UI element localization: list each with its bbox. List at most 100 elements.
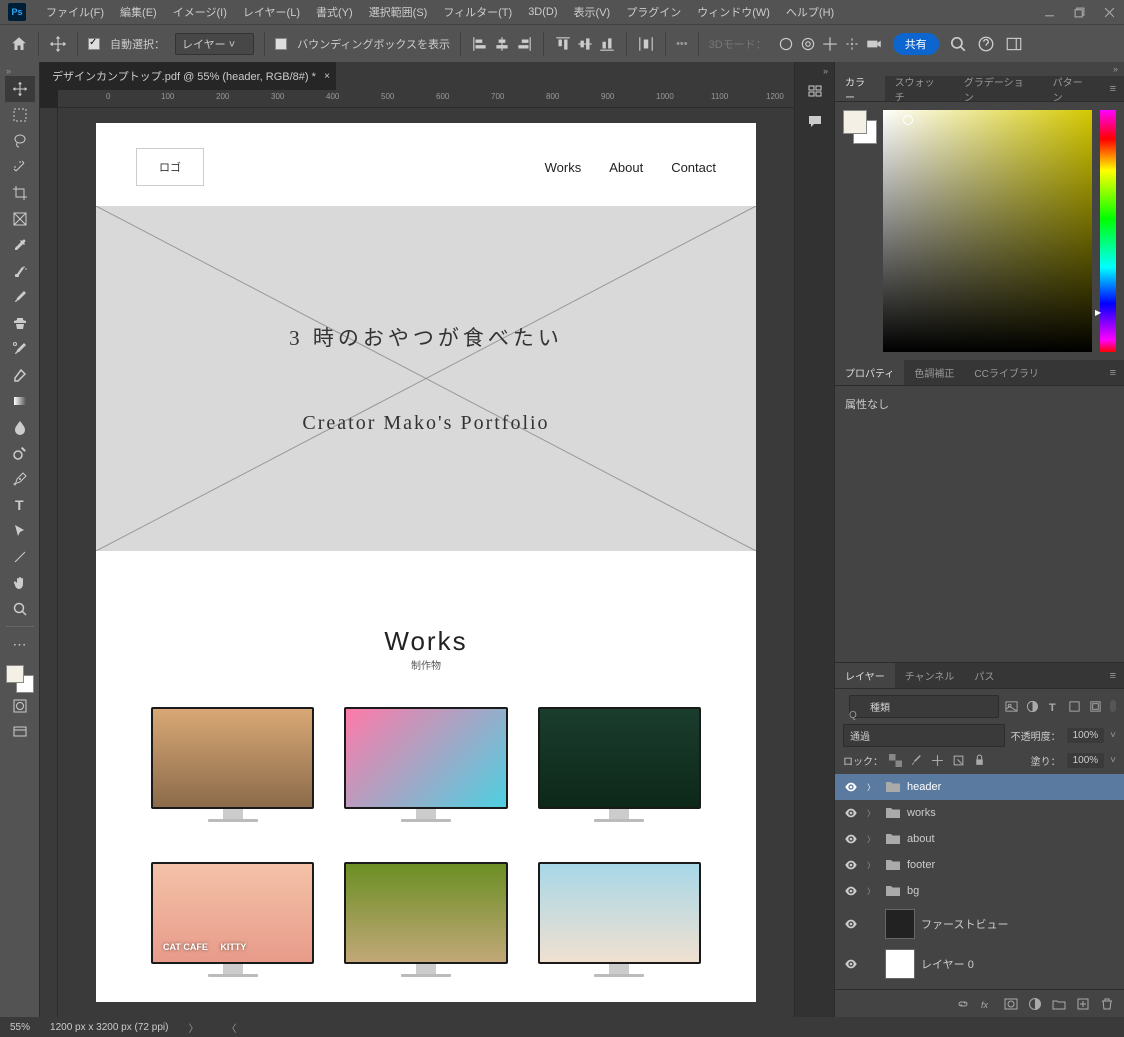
link-layers-icon[interactable] (956, 997, 970, 1011)
vertical-ruler[interactable] (40, 108, 58, 1017)
filter-toggle-icon[interactable] (1110, 700, 1116, 712)
lock-artboard-icon[interactable] (952, 754, 965, 767)
align-left-icon[interactable] (471, 35, 489, 53)
blend-mode-dropdown[interactable]: 通過 (843, 724, 1005, 747)
menu-plugins[interactable]: プラグイン (618, 4, 689, 20)
layer-row[interactable]: 〉about (835, 826, 1124, 852)
layer-row[interactable]: ファーストビュー (835, 904, 1124, 944)
distribute-icon[interactable] (637, 35, 655, 53)
visibility-toggle-icon[interactable] (841, 832, 861, 846)
layer-row[interactable]: 〉works (835, 800, 1124, 826)
marquee-tool[interactable] (5, 102, 35, 128)
menu-layer[interactable]: レイヤー(L) (235, 4, 308, 20)
tab-libraries[interactable]: CCライブラリ (964, 360, 1048, 385)
canvas-viewport[interactable]: ロゴ Works About Contact 3 時のおやつが食べたい Crea… (58, 108, 794, 1017)
lasso-tool[interactable] (5, 128, 35, 154)
path-select-tool[interactable] (5, 518, 35, 544)
dock-history-icon[interactable] (795, 76, 835, 106)
status-chevron-icon[interactable]: 〉 (188, 1020, 198, 1035)
document-tab[interactable]: デザインカンプトップ.pdf @ 55% (header, RGB/8#) * … (40, 62, 336, 90)
lock-image-icon[interactable] (910, 754, 923, 767)
tab-paths[interactable]: パス (964, 663, 1004, 688)
layer-mask-icon[interactable] (1004, 997, 1018, 1011)
expand-icon[interactable]: 〉 (867, 860, 879, 871)
lock-position-icon[interactable] (931, 754, 944, 767)
help-icon[interactable] (977, 35, 995, 53)
zoom-tool[interactable] (5, 596, 35, 622)
menu-type[interactable]: 書式(Y) (308, 4, 361, 20)
foreground-color-swatch[interactable] (6, 665, 24, 683)
menu-file[interactable]: ファイル(F) (38, 4, 112, 20)
visibility-toggle-icon[interactable] (841, 917, 861, 931)
align-center-h-icon[interactable] (493, 35, 511, 53)
layer-row[interactable]: 〉footer (835, 852, 1124, 878)
filter-type-icon[interactable]: T (1047, 700, 1060, 713)
window-minimize-icon[interactable] (1034, 0, 1064, 24)
layer-row[interactable]: 〉bg (835, 878, 1124, 904)
pen-tool[interactable] (5, 466, 35, 492)
visibility-toggle-icon[interactable] (841, 858, 861, 872)
visibility-toggle-icon[interactable] (841, 957, 861, 971)
layer-list[interactable]: 〉header〉works〉about〉footer〉bgファーストビューレイヤ… (835, 774, 1124, 989)
tab-gradients[interactable]: グラデーション (954, 76, 1043, 101)
clone-stamp-tool[interactable] (5, 310, 35, 336)
tab-channels[interactable]: チャンネル (895, 663, 965, 688)
layer-style-icon[interactable]: fx (980, 997, 994, 1011)
properties-panel-menu-icon[interactable]: ≡ (1102, 367, 1124, 379)
visibility-toggle-icon[interactable] (841, 884, 861, 898)
move-tool-icon[interactable] (49, 35, 67, 53)
adjustment-layer-icon[interactable] (1028, 997, 1042, 1011)
fill-value[interactable]: 100% (1067, 753, 1105, 768)
visibility-toggle-icon[interactable] (841, 806, 861, 820)
panel-fg-swatch[interactable] (843, 110, 867, 134)
opacity-value[interactable]: 100% (1067, 728, 1105, 743)
expand-icon[interactable]: 〉 (867, 886, 879, 897)
expand-icon[interactable]: 〉 (867, 782, 879, 793)
menu-filter[interactable]: フィルター(T) (435, 4, 520, 20)
filter-image-icon[interactable] (1005, 700, 1018, 713)
color-panel-menu-icon[interactable]: ≡ (1102, 83, 1124, 95)
tab-color[interactable]: カラー (835, 76, 885, 101)
blur-tool[interactable] (5, 414, 35, 440)
menu-image[interactable]: イメージ(I) (165, 4, 235, 20)
color-swatches[interactable] (6, 665, 34, 693)
tab-patterns[interactable]: パターン (1043, 76, 1102, 101)
toolbar-collapse-icon[interactable]: » (0, 66, 11, 76)
lock-all-icon[interactable] (973, 754, 986, 767)
tab-layers[interactable]: レイヤー (835, 663, 895, 688)
window-close-icon[interactable] (1094, 0, 1124, 24)
workspace-icon[interactable] (1005, 35, 1023, 53)
menu-view[interactable]: 表示(V) (566, 4, 619, 20)
new-layer-icon[interactable] (1076, 997, 1090, 1011)
picker-cursor-icon[interactable] (903, 115, 913, 125)
window-restore-icon[interactable] (1064, 0, 1094, 24)
screen-mode-tool[interactable] (5, 719, 35, 745)
visibility-toggle-icon[interactable] (841, 780, 861, 794)
new-group-icon[interactable] (1052, 997, 1066, 1011)
layer-row[interactable]: レイヤー 0 (835, 944, 1124, 984)
move-tool[interactable] (5, 76, 35, 102)
menu-select[interactable]: 選択範囲(S) (361, 4, 436, 20)
close-tab-icon[interactable]: × (324, 71, 330, 82)
align-top-icon[interactable] (554, 35, 572, 53)
search-icon[interactable] (949, 35, 967, 53)
filter-adjust-icon[interactable] (1026, 700, 1039, 713)
tab-swatches[interactable]: スウォッチ (885, 76, 954, 101)
brush-tool[interactable] (5, 284, 35, 310)
color-picker-field[interactable] (883, 110, 1092, 352)
history-brush-tool[interactable] (5, 336, 35, 362)
crop-tool[interactable] (5, 180, 35, 206)
edit-toolbar[interactable]: ⋯ (5, 631, 35, 657)
frame-tool[interactable] (5, 206, 35, 232)
home-icon[interactable] (10, 35, 28, 53)
layers-panel-menu-icon[interactable]: ≡ (1102, 670, 1124, 682)
quick-mask-tool[interactable] (5, 693, 35, 719)
eraser-tool[interactable] (5, 362, 35, 388)
line-tool[interactable] (5, 544, 35, 570)
bounding-box-checkbox[interactable] (275, 38, 287, 50)
document-dimensions[interactable]: 1200 px x 3200 px (72 ppi) (50, 1022, 168, 1033)
eyedropper-tool[interactable] (5, 232, 35, 258)
menu-help[interactable]: ヘルプ(H) (778, 4, 842, 20)
tab-properties[interactable]: プロパティ (835, 360, 904, 385)
align-bottom-icon[interactable] (598, 35, 616, 53)
